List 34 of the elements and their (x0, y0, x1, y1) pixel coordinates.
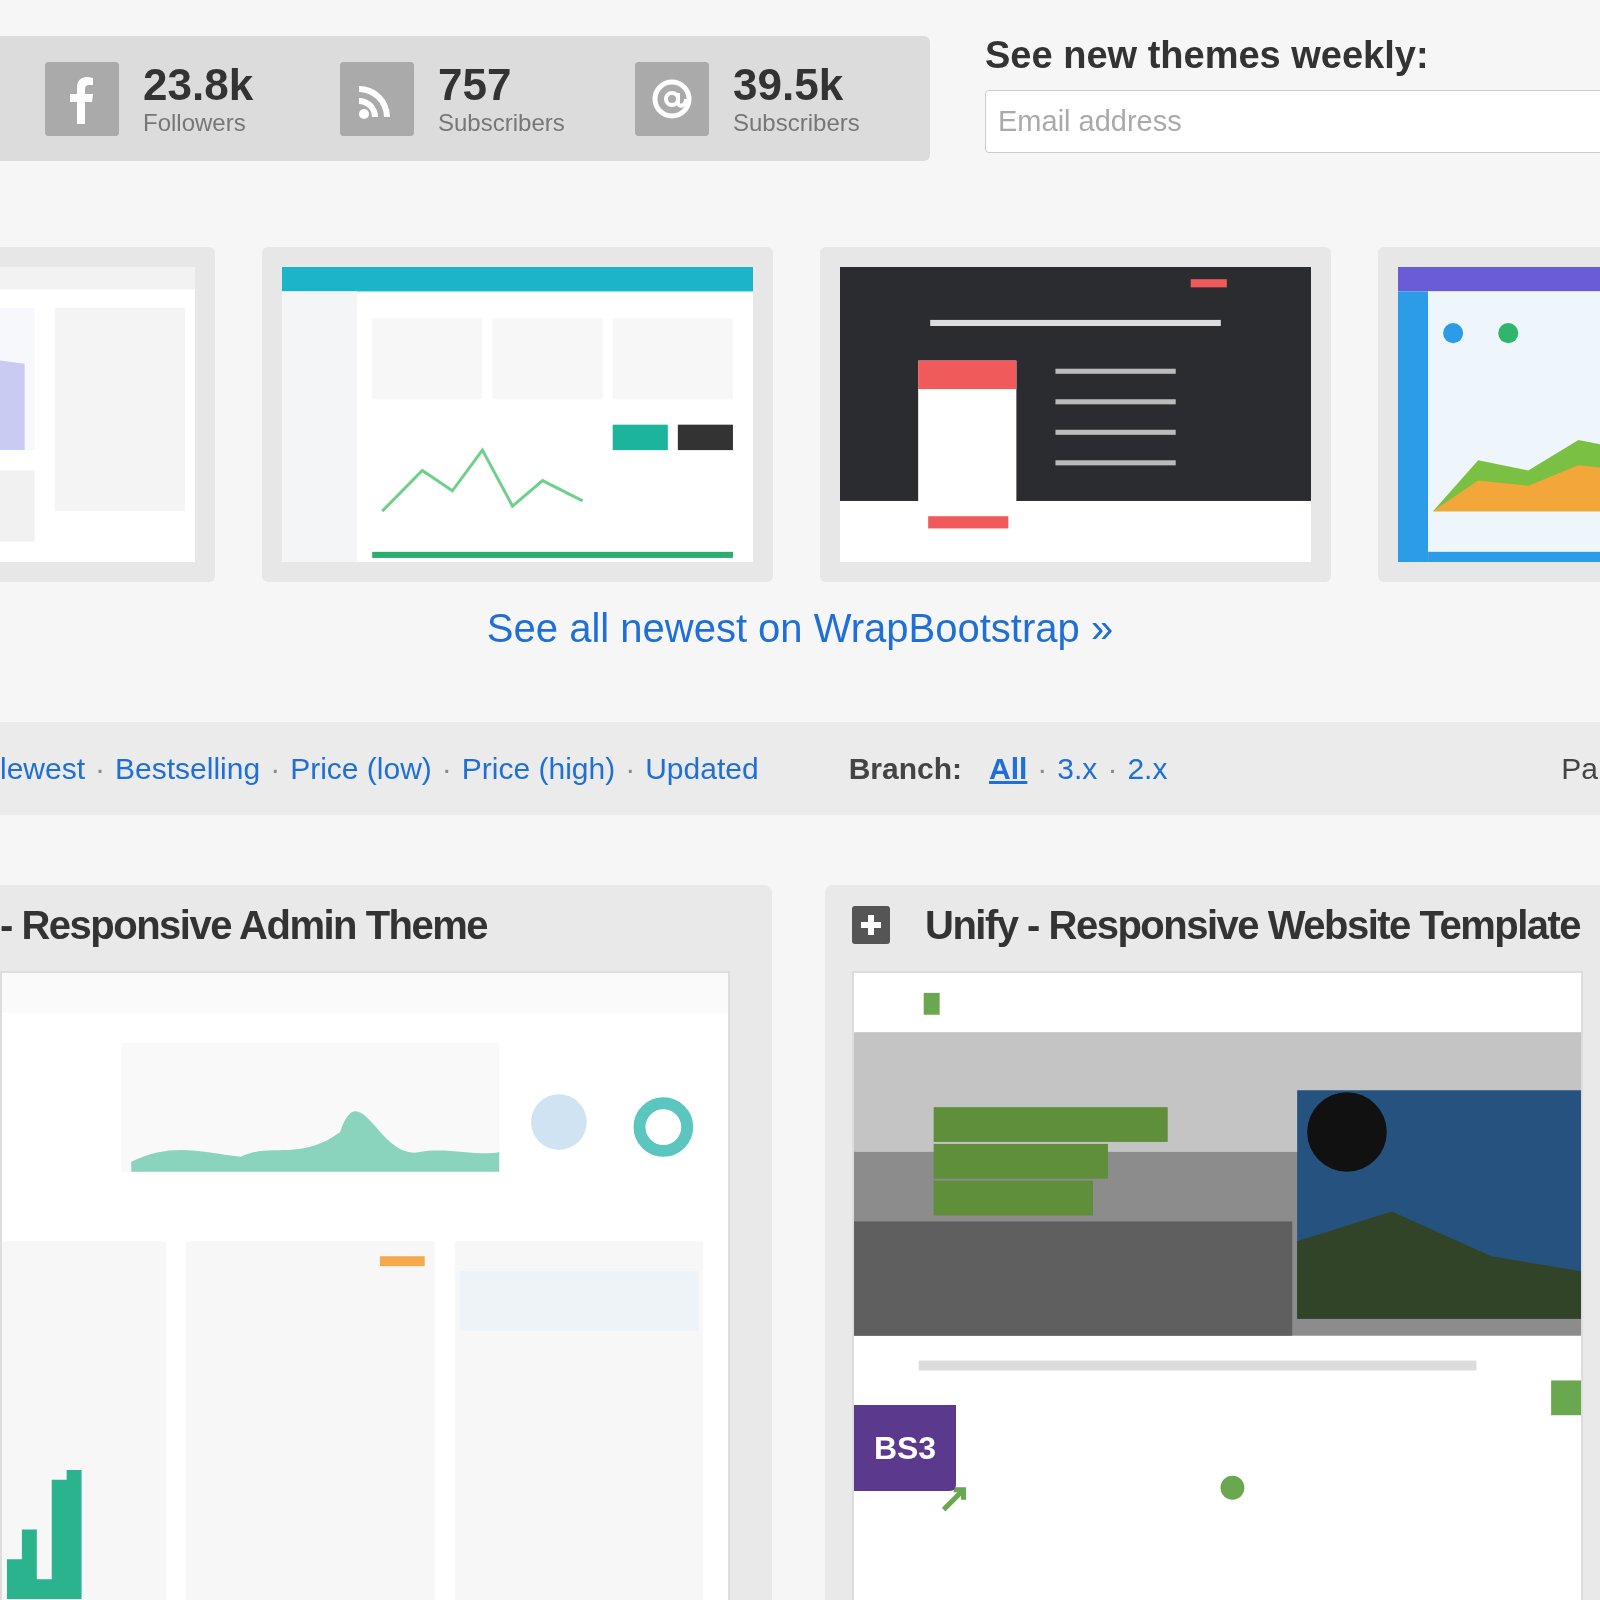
thumbnail-card[interactable] (820, 247, 1331, 582)
thumbnail-card[interactable] (262, 247, 773, 582)
separator-dot: · (270, 751, 281, 787)
branch-link[interactable]: 2.x (1127, 746, 1168, 791)
email-field[interactable]: Email address (985, 90, 1600, 153)
separator-dot: · (95, 751, 106, 787)
stat-label: Subscribers (733, 110, 860, 135)
sort-link[interactable]: Price (high) (461, 746, 616, 791)
newsletter-heading: See new themes weekly: (985, 36, 1430, 74)
separator-dot: · (1037, 751, 1048, 787)
separator-dot: · (625, 751, 636, 787)
stat-count: 23.8k (143, 62, 254, 107)
branch-label: Branch: (848, 751, 962, 787)
theme-title[interactable]: - Responsive Admin Theme (0, 905, 488, 945)
version-badge: BS3 (854, 1405, 956, 1491)
facebook-icon (45, 61, 119, 136)
plus-icon[interactable] (852, 906, 890, 944)
theme-title[interactable]: Unify - Responsive Website Template (925, 905, 1581, 945)
stat-count: 757 (438, 62, 513, 107)
separator-dot: · (441, 751, 452, 787)
separator-dot: · (1107, 751, 1118, 787)
sort-link[interactable]: lewest (0, 746, 86, 791)
branch-link[interactable]: All (989, 746, 1028, 791)
sort-link[interactable]: Bestselling (115, 746, 261, 791)
filter-label: Pa (1561, 751, 1598, 787)
stat-label: Followers (143, 110, 247, 135)
sort-link[interactable]: Updated (645, 746, 759, 791)
at-sign-icon (635, 61, 709, 136)
stat-label: Subscribers (438, 110, 565, 135)
rss-icon (340, 61, 414, 136)
branch-link[interactable]: 3.x (1057, 746, 1098, 791)
see-all-link[interactable]: See all newest on WrapBootstrap » (486, 606, 1114, 650)
sort-link[interactable]: Price (low) (290, 746, 432, 791)
stat-count: 39.5k (733, 62, 845, 107)
